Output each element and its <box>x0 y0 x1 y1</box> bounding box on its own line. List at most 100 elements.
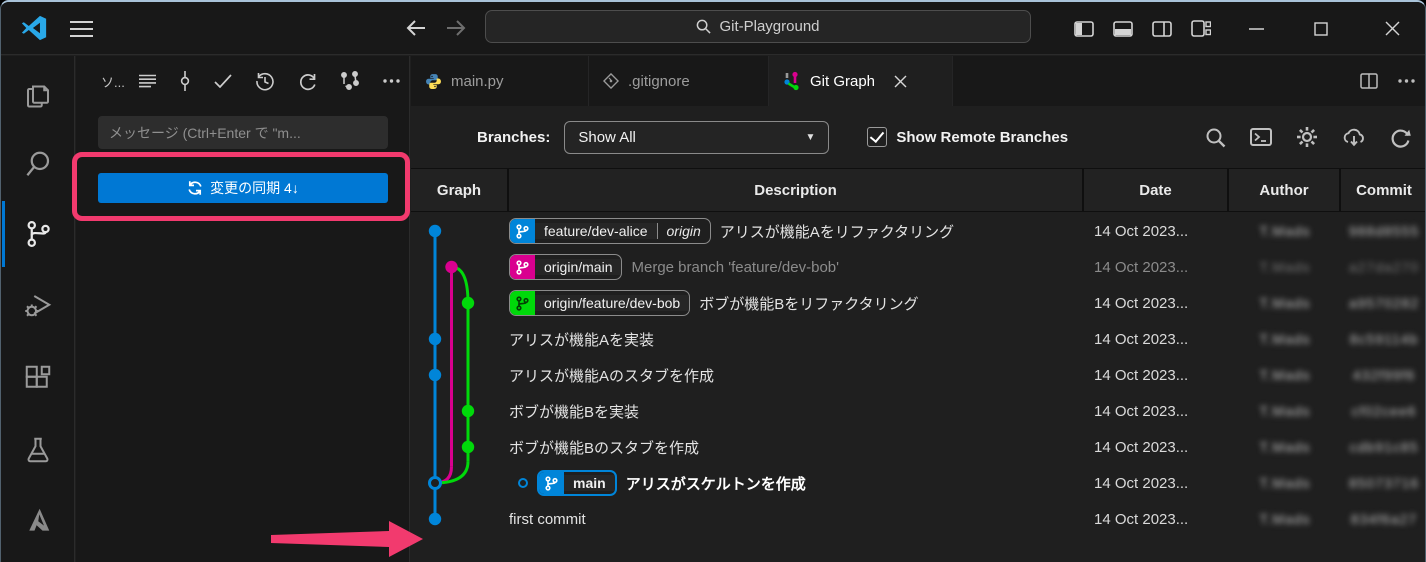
commit-node <box>462 405 474 417</box>
sidebar-item-testing[interactable] <box>1 422 74 478</box>
branches-dropdown[interactable]: Show All ▼ <box>564 121 829 154</box>
beaker-icon <box>23 435 53 465</box>
column-header-description[interactable]: Description <box>509 169 1084 211</box>
check-icon[interactable] <box>214 74 232 88</box>
tab-gitignore[interactable]: .gitignore <box>589 56 769 106</box>
commit-description-cell: origin/feature/dev-bobボブが機能Bをリファクタリング <box>509 290 1084 316</box>
list-icon[interactable] <box>139 74 156 88</box>
branch-label-main[interactable]: main <box>537 470 617 496</box>
fetch-cloud-icon[interactable] <box>1342 127 1366 147</box>
commit-description-cell: first commit <box>509 511 1084 528</box>
commit-row[interactable]: first commit14 Oct 2023...T.Mads834f6a27 <box>411 501 1426 537</box>
files-icon <box>23 79 53 109</box>
branches-dropdown-value: Show All <box>578 129 636 146</box>
refresh-icon[interactable] <box>298 71 317 91</box>
source-control-icon <box>23 219 53 249</box>
column-header-author[interactable]: Author <box>1229 169 1341 211</box>
annotation-arrow <box>271 519 426 559</box>
commit-date: 14 Oct 2023... <box>1084 439 1229 456</box>
commit-row[interactable]: origin/mainMerge branch 'feature/dev-bob… <box>411 249 1426 285</box>
branch-icon <box>510 218 535 244</box>
branch-label-origin-main[interactable]: origin/main <box>509 254 622 280</box>
git-file-icon <box>603 73 619 89</box>
sidebar-header: ソ... <box>76 56 409 106</box>
git-graph-controls: Branches: Show All ▼ Show Remote Branche… <box>411 106 1426 168</box>
commit-date: 14 Oct 2023... <box>1084 331 1229 348</box>
column-header-date[interactable]: Date <box>1084 169 1229 211</box>
commit-description-cell: ボブが機能Bのスタブを作成 <box>509 437 1084 458</box>
column-header-graph[interactable]: Graph <box>411 169 509 211</box>
close-tab-icon[interactable] <box>894 75 907 88</box>
terminal-icon[interactable] <box>1250 128 1272 146</box>
commit-description-cell: アリスが機能Aのスタブを作成 <box>509 365 1084 386</box>
close-window-button[interactable] <box>1369 2 1415 55</box>
commit-date: 14 Oct 2023... <box>1084 475 1229 492</box>
debug-icon <box>23 291 53 321</box>
tab-main-py[interactable]: main.py <box>411 56 589 106</box>
sidebar-item-azure[interactable] <box>1 492 74 548</box>
sidebar-item-search[interactable] <box>1 136 74 192</box>
command-center-search[interactable]: Git-Playground <box>485 10 1031 43</box>
customize-layout-icon <box>1191 20 1211 37</box>
commit-author-redacted: T.Mads <box>1229 331 1341 347</box>
commit-message: ボブが機能Bのスタブを作成 <box>509 437 699 458</box>
commit-graph-canvas <box>411 213 509 543</box>
go-back-icon[interactable] <box>405 18 427 38</box>
commit-table-body: feature/dev-aliceoriginアリスが機能Aをリファクタリング1… <box>411 213 1426 537</box>
branch-name: feature/dev-alice <box>535 223 657 239</box>
commit-node <box>429 333 441 345</box>
commit-row[interactable]: ボブが機能Bのスタブを作成14 Oct 2023...T.Madscdb91c8… <box>411 429 1426 465</box>
minimize-button[interactable] <box>1233 2 1279 55</box>
azure-icon <box>23 505 53 535</box>
sidebar-item-source-control[interactable] <box>1 206 74 262</box>
toggle-secondary-sidebar-icon <box>1152 21 1172 37</box>
commit-row[interactable]: アリスが機能Aのスタブを作成14 Oct 2023...T.Mads432f99… <box>411 357 1426 393</box>
commit-author-redacted: T.Mads <box>1229 511 1341 527</box>
commit-date: 14 Oct 2023... <box>1084 403 1229 420</box>
commit-date: 14 Oct 2023... <box>1084 223 1229 240</box>
commit-hash-redacted: 8c59114b <box>1341 331 1426 347</box>
maximize-button[interactable] <box>1298 2 1344 55</box>
branch-icon <box>539 470 564 496</box>
activity-bar <box>1 56 75 562</box>
hamburger-icon[interactable] <box>69 19 94 39</box>
commit-row[interactable]: ボブが機能Bを実装14 Oct 2023...T.Madscf02cee6 <box>411 393 1426 429</box>
refresh-icon[interactable] <box>1390 127 1411 148</box>
extensions-icon <box>23 363 53 393</box>
source-control-sidebar: ソ... <box>76 56 410 562</box>
settings-gear-icon[interactable] <box>1296 126 1318 148</box>
commit-message-input[interactable] <box>98 116 388 149</box>
commit-author-redacted: T.Mads <box>1229 439 1341 455</box>
more-actions-icon[interactable] <box>383 79 400 83</box>
split-editor-icon[interactable] <box>1360 73 1378 89</box>
search-text: Git-Playground <box>719 18 819 35</box>
branch-label-origin-feature-dev-bob[interactable]: origin/feature/dev-bob <box>509 290 690 316</box>
commit-row[interactable]: feature/dev-aliceoriginアリスが機能Aをリファクタリング1… <box>411 213 1426 249</box>
search-icon[interactable] <box>1205 127 1226 148</box>
git-graph-toolbar <box>1205 126 1411 148</box>
commit-table-header: Graph Description Date Author Commit <box>411 168 1426 212</box>
go-forward-icon[interactable] <box>445 18 467 38</box>
tab-label: main.py <box>451 73 504 90</box>
toggle-panel-icon <box>1113 21 1133 37</box>
tab-bar: main.py .gitignore Git Graph <box>411 56 1426 106</box>
remote-name: origin <box>657 223 710 239</box>
commit-row[interactable]: アリスが機能Aを実装 14 Oct 2023...T.Mads8c59114b <box>411 321 1426 357</box>
more-actions-icon[interactable] <box>1398 79 1415 83</box>
tab-git-graph[interactable]: Git Graph <box>769 56 953 106</box>
sidebar-item-run-debug[interactable] <box>1 278 74 334</box>
commit-message: アリスが機能Aを実装 <box>509 329 654 350</box>
main-branch-commit-row[interactable]: mainアリスがスケルトンを作成14 Oct 2023...T.Mads8507… <box>411 465 1426 501</box>
sidebar-item-extensions[interactable] <box>1 350 74 406</box>
commit-row[interactable]: origin/feature/dev-bobボブが機能Bをリファクタリング14 … <box>411 285 1426 321</box>
customize-layout-button[interactable] <box>1178 2 1224 55</box>
column-header-commit[interactable]: Commit <box>1341 169 1426 211</box>
show-remote-branches-checkbox[interactable] <box>867 127 887 147</box>
editor-actions <box>1360 56 1415 106</box>
history-icon[interactable] <box>255 71 275 91</box>
commit-node-icon[interactable] <box>179 71 191 91</box>
git-graph-icon[interactable] <box>340 71 360 91</box>
sidebar-item-explorer[interactable] <box>1 66 74 122</box>
branch-label-feature-dev-alice[interactable]: feature/dev-aliceorigin <box>509 218 711 244</box>
python-icon <box>425 73 442 90</box>
